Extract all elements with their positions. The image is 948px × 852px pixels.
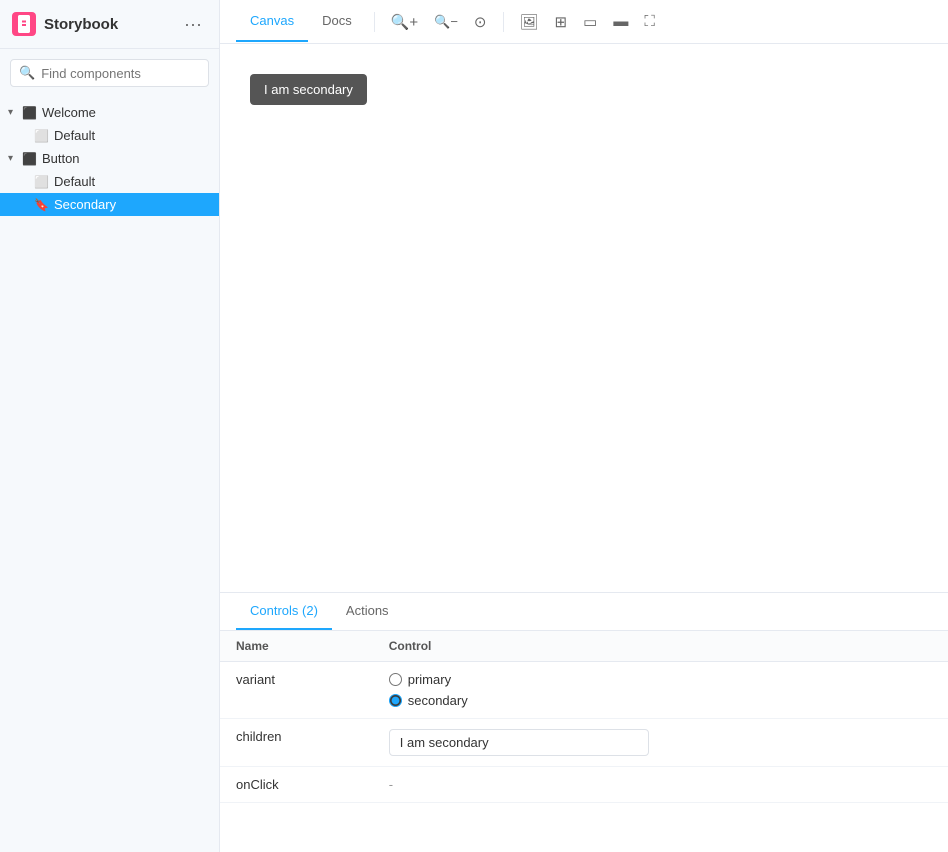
ellipsis-icon: ··· bbox=[184, 14, 202, 35]
toolbar-divider bbox=[374, 12, 375, 32]
bottom-panel: Controls (2) Actions Name Control varian… bbox=[220, 592, 948, 852]
sidebar-item-welcome-default[interactable]: ⬜ Default bbox=[0, 124, 219, 147]
sidebar: Storybook ··· 🔍 / ▾ ⬛ Welcome ⬜ Default … bbox=[0, 0, 220, 852]
component-icon: ⬛ bbox=[22, 152, 37, 166]
layout-button[interactable]: ▭ bbox=[575, 7, 605, 37]
preview-secondary-button[interactable]: I am secondary bbox=[250, 74, 367, 105]
sidebar-header: Storybook ··· bbox=[0, 0, 219, 49]
zoom-in-icon: 🔍+ bbox=[391, 13, 418, 31]
layout-alt-button[interactable]: ▬ bbox=[605, 7, 636, 36]
search-input[interactable] bbox=[41, 66, 217, 81]
story-icon: ⬜ bbox=[34, 129, 49, 143]
radio-primary-label: primary bbox=[408, 672, 451, 687]
table-row: children bbox=[220, 719, 948, 767]
chevron-down-icon: ▾ bbox=[8, 107, 18, 118]
sidebar-item-button-secondary[interactable]: 🔖 Secondary bbox=[0, 193, 219, 216]
radio-primary-input[interactable] bbox=[389, 673, 402, 686]
onclick-dash: - bbox=[389, 777, 393, 792]
image-icon: 🖼 bbox=[520, 13, 539, 31]
menu-button[interactable]: ··· bbox=[179, 10, 207, 38]
main-panel: Canvas Docs 🔍+ 🔍− ⊙ 🖼 ⊞ ▭ ▬ ⛶ I am secon… bbox=[220, 0, 948, 852]
zoom-in-button[interactable]: 🔍+ bbox=[383, 7, 426, 37]
radio-secondary[interactable]: secondary bbox=[389, 693, 932, 708]
controls-table: Name Control variant primary bbox=[220, 631, 948, 803]
layout-icon: ▭ bbox=[583, 13, 597, 31]
sidebar-item-button-default[interactable]: ⬜ Default bbox=[0, 170, 219, 193]
fullscreen-icon: ⛶ bbox=[644, 13, 655, 30]
control-value-onclick: - bbox=[373, 767, 948, 803]
tab-actions[interactable]: Actions bbox=[332, 593, 403, 630]
search-icon: 🔍 bbox=[19, 65, 35, 81]
panel-tabs: Controls (2) Actions bbox=[220, 593, 948, 631]
col-header-control: Control bbox=[373, 631, 948, 662]
layout-alt-icon: ▬ bbox=[613, 13, 628, 30]
sidebar-item-label: Welcome bbox=[42, 105, 96, 120]
toolbar-divider-2 bbox=[503, 12, 504, 32]
table-row: onClick - bbox=[220, 767, 948, 803]
radio-secondary-label: secondary bbox=[408, 693, 468, 708]
app-title: Storybook bbox=[44, 16, 118, 33]
sidebar-item-welcome[interactable]: ▾ ⬛ Welcome bbox=[0, 101, 219, 124]
control-value-children bbox=[373, 719, 948, 767]
sidebar-tree: ▾ ⬛ Welcome ⬜ Default ▾ ⬛ Button ⬜ Defau… bbox=[0, 97, 219, 852]
zoom-out-button[interactable]: 🔍− bbox=[426, 8, 466, 36]
canvas-area: I am secondary bbox=[220, 44, 948, 592]
radio-secondary-input[interactable] bbox=[389, 694, 402, 707]
fullscreen-button[interactable]: ⛶ bbox=[636, 7, 663, 36]
search-bar[interactable]: 🔍 / bbox=[10, 59, 209, 87]
background-button[interactable]: 🖼 bbox=[512, 7, 547, 37]
component-icon: ⬛ bbox=[22, 106, 37, 120]
bookmark-icon: 🔖 bbox=[34, 198, 49, 212]
sidebar-item-label: Secondary bbox=[54, 197, 116, 212]
col-header-name: Name bbox=[220, 631, 373, 662]
sidebar-item-button[interactable]: ▾ ⬛ Button bbox=[0, 147, 219, 170]
chevron-down-icon: ▾ bbox=[8, 153, 18, 164]
children-input[interactable] bbox=[389, 729, 649, 756]
grid-icon: ⊞ bbox=[555, 13, 568, 31]
zoom-reset-icon: ⊙ bbox=[474, 13, 487, 31]
tab-docs[interactable]: Docs bbox=[308, 1, 366, 42]
radio-primary[interactable]: primary bbox=[389, 672, 932, 687]
sidebar-item-label: Default bbox=[54, 174, 95, 189]
tab-canvas[interactable]: Canvas bbox=[236, 1, 308, 42]
zoom-reset-button[interactable]: ⊙ bbox=[466, 7, 495, 37]
control-name-variant: variant bbox=[220, 662, 373, 719]
story-icon: ⬜ bbox=[34, 175, 49, 189]
radio-control: primary secondary bbox=[389, 672, 932, 708]
sidebar-item-label: Button bbox=[42, 151, 80, 166]
control-value-variant: primary secondary bbox=[373, 662, 948, 719]
sidebar-item-label: Default bbox=[54, 128, 95, 143]
zoom-out-icon: 🔍− bbox=[434, 14, 458, 30]
tab-controls[interactable]: Controls (2) bbox=[236, 593, 332, 630]
toolbar: Canvas Docs 🔍+ 🔍− ⊙ 🖼 ⊞ ▭ ▬ ⛶ bbox=[220, 0, 948, 44]
storybook-logo-icon bbox=[12, 12, 36, 36]
control-name-onclick: onClick bbox=[220, 767, 373, 803]
grid-button[interactable]: ⊞ bbox=[547, 7, 576, 37]
control-name-children: children bbox=[220, 719, 373, 767]
table-row: variant primary secondary bbox=[220, 662, 948, 719]
